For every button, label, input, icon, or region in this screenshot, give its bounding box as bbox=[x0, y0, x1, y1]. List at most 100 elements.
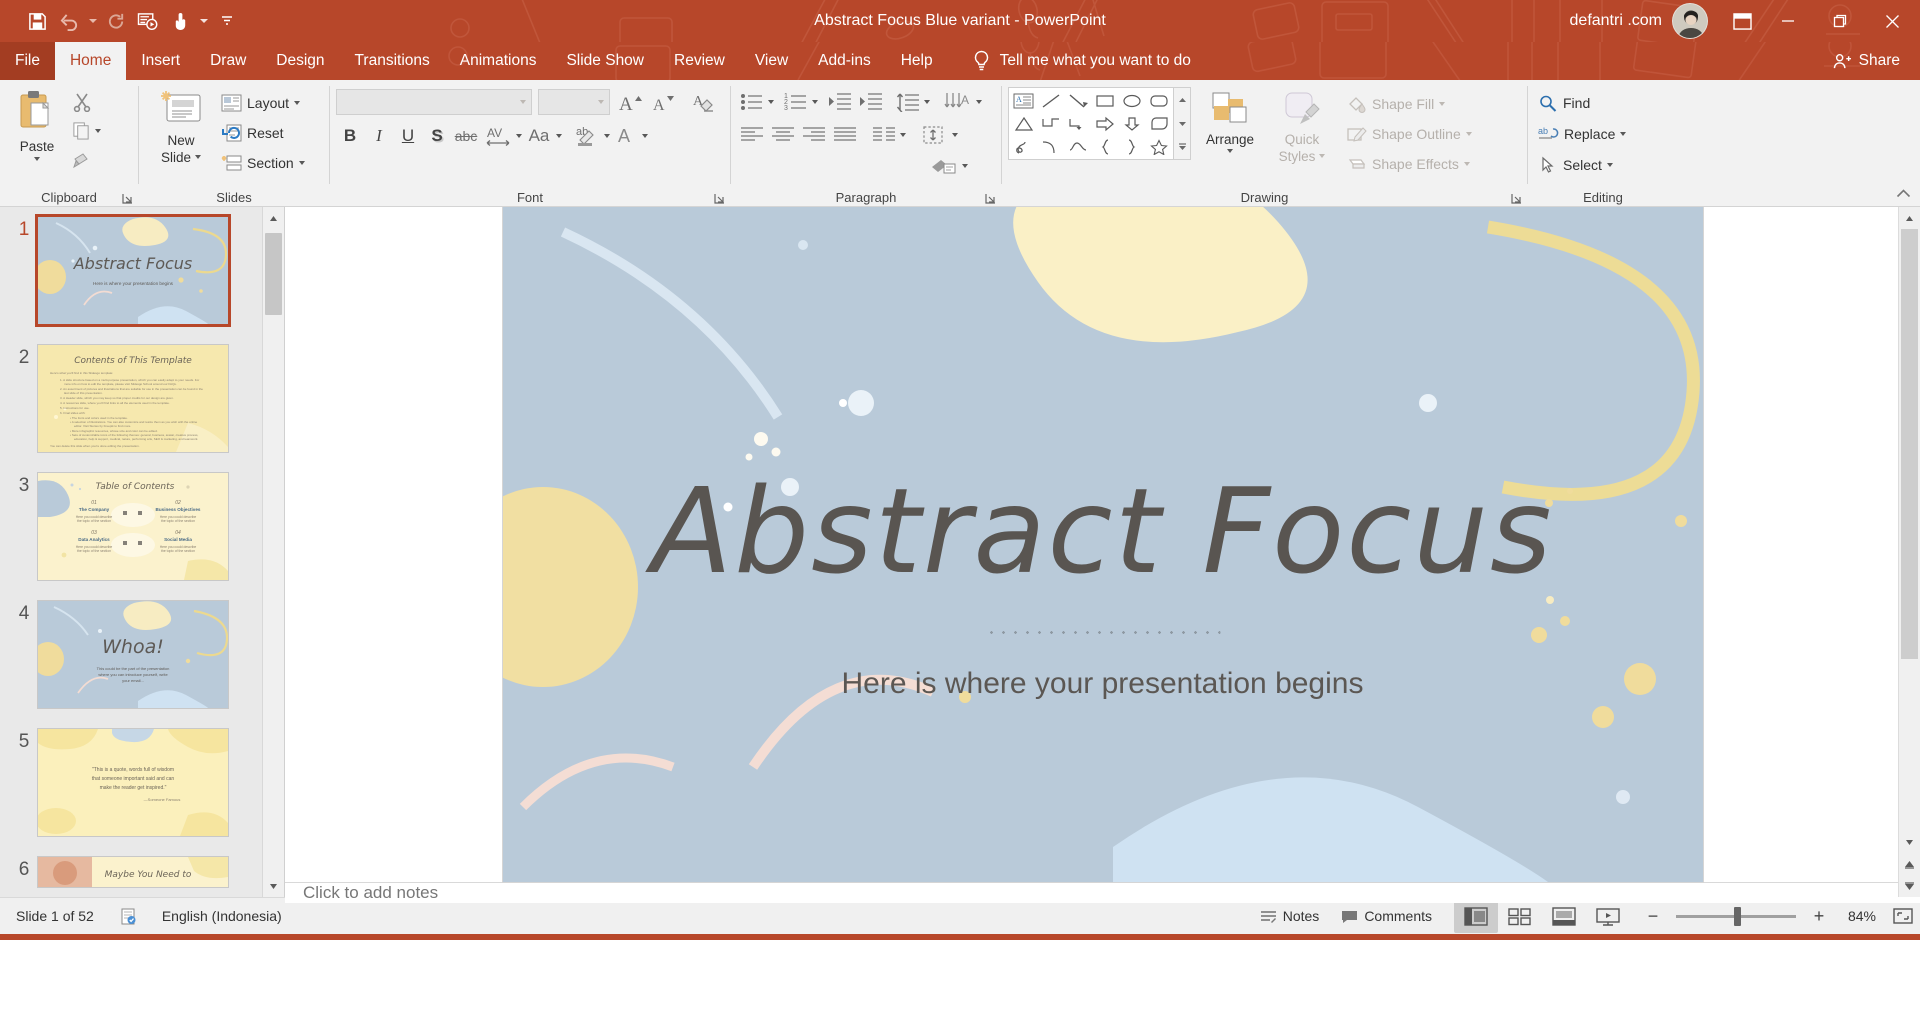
list-item[interactable]: 4 Whoa! This could be the part of the pr… bbox=[0, 601, 284, 708]
numbering-dropdown-icon[interactable] bbox=[812, 99, 818, 104]
italic-button[interactable]: I bbox=[365, 122, 393, 149]
slide-scroll-up[interactable] bbox=[1899, 207, 1920, 229]
tab-insert[interactable]: Insert bbox=[126, 42, 195, 80]
change-case-dropdown-icon[interactable] bbox=[556, 133, 562, 138]
tab-animations[interactable]: Animations bbox=[445, 42, 552, 80]
zoom-control[interactable]: − + bbox=[1630, 904, 1842, 928]
font-size-input[interactable] bbox=[538, 88, 610, 115]
rectangle-shape[interactable] bbox=[1091, 89, 1118, 112]
slide-scroll-track[interactable] bbox=[1899, 229, 1920, 831]
tab-help[interactable]: Help bbox=[886, 42, 948, 80]
tab-review[interactable]: Review bbox=[659, 42, 740, 80]
slide-scroll-down[interactable] bbox=[1899, 831, 1920, 853]
flowchart-shape[interactable] bbox=[1145, 112, 1172, 135]
elbow-connector-shape[interactable] bbox=[1037, 112, 1064, 135]
decrease-font-size-button[interactable]: A bbox=[649, 88, 676, 115]
arrow-shape[interactable] bbox=[1064, 89, 1091, 112]
smartart-dropdown-icon[interactable] bbox=[962, 163, 968, 168]
tab-draw[interactable]: Draw bbox=[195, 42, 261, 80]
clipboard-dialog-launcher[interactable] bbox=[121, 192, 134, 205]
tab-view[interactable]: View bbox=[740, 42, 803, 80]
undo-icon[interactable] bbox=[54, 6, 84, 36]
slideshow-icon[interactable] bbox=[133, 6, 163, 36]
columns-button[interactable] bbox=[869, 121, 899, 148]
select-dropdown-icon[interactable] bbox=[1606, 162, 1613, 167]
list-item[interactable]: 1 Abstract Focus Here is where your pres… bbox=[0, 217, 284, 324]
right-arrow-shape[interactable] bbox=[1091, 112, 1118, 135]
bold-button[interactable]: B bbox=[336, 122, 364, 149]
save-icon[interactable] bbox=[22, 6, 52, 36]
drawing-dialog-launcher[interactable] bbox=[1510, 192, 1523, 205]
slide-thumbnail-2[interactable]: Contents of This Template Here's what yo… bbox=[38, 345, 228, 452]
scribble-shape[interactable] bbox=[1010, 135, 1037, 158]
align-right-button[interactable] bbox=[799, 121, 829, 148]
avatar[interactable] bbox=[1672, 3, 1708, 39]
triangle-shape[interactable] bbox=[1010, 112, 1037, 135]
zoom-level-label[interactable]: 84% bbox=[1842, 908, 1886, 924]
tab-transitions[interactable]: Transitions bbox=[340, 42, 445, 80]
slide-thumbnail-5[interactable]: "This is a quote, words full of wisdom t… bbox=[38, 729, 228, 836]
shape-fill-button[interactable]: Shape Fill bbox=[1343, 90, 1476, 117]
line-spacing-button[interactable] bbox=[893, 88, 923, 115]
font-name-dropdown-icon[interactable] bbox=[520, 99, 526, 104]
zoom-out-button[interactable]: − bbox=[1642, 904, 1664, 928]
font-color-dropdown-icon[interactable] bbox=[642, 133, 648, 138]
shape-effects-button[interactable]: Shape Effects bbox=[1343, 150, 1476, 177]
increase-font-size-button[interactable]: A bbox=[616, 88, 643, 115]
slide-subtitle[interactable]: Here is where your presentation begins bbox=[503, 667, 1703, 701]
thumbnail-scroll-down[interactable] bbox=[263, 875, 284, 897]
align-text-dropdown-icon[interactable] bbox=[952, 132, 958, 137]
text-box-shape[interactable]: A bbox=[1010, 89, 1037, 112]
redo-icon[interactable] bbox=[101, 6, 131, 36]
thumbnail-scroll-thumb[interactable] bbox=[265, 233, 282, 315]
new-slide-button[interactable]: New Slide bbox=[145, 86, 217, 168]
list-item[interactable]: 3 Table of Contents 01 The Company Here … bbox=[0, 473, 284, 580]
fit-slide-to-window-button[interactable] bbox=[1886, 900, 1920, 933]
underline-button[interactable]: U bbox=[394, 122, 422, 149]
quick-styles-dropdown-icon[interactable] bbox=[1319, 153, 1326, 158]
section-button[interactable]: Section bbox=[217, 149, 309, 176]
cut-button[interactable] bbox=[68, 88, 95, 115]
increase-indent-button[interactable] bbox=[856, 88, 886, 115]
quick-access-toolbar[interactable] bbox=[0, 6, 242, 36]
bullets-dropdown-icon[interactable] bbox=[768, 99, 774, 104]
convert-to-smartart-button[interactable] bbox=[927, 152, 961, 179]
quick-styles-button[interactable]: Quick Styles bbox=[1269, 87, 1335, 167]
list-item[interactable]: 5 "This is a quote, words full of wisdom… bbox=[0, 729, 284, 836]
character-spacing-dropdown-icon[interactable] bbox=[516, 133, 522, 138]
tab-home[interactable]: Home bbox=[54, 42, 127, 80]
curve-shape[interactable] bbox=[1037, 135, 1064, 158]
reading-view-button[interactable] bbox=[1542, 900, 1586, 933]
zoom-slider[interactable] bbox=[1676, 906, 1796, 926]
font-color-button[interactable]: A bbox=[611, 122, 641, 149]
slide-thumbnail-1[interactable]: Abstract Focus Here is where your presen… bbox=[38, 217, 228, 324]
text-direction-button[interactable]: A bbox=[941, 88, 975, 115]
collapse-ribbon-button[interactable] bbox=[1892, 183, 1914, 203]
arrange-button[interactable]: Arrange bbox=[1199, 87, 1261, 156]
text-shadow-button[interactable]: S bbox=[423, 122, 451, 149]
strikethrough-button[interactable]: abc bbox=[452, 122, 480, 149]
rounded-rectangle-shape[interactable] bbox=[1145, 89, 1172, 112]
slide-indicator[interactable]: Slide 1 of 52 bbox=[10, 905, 100, 927]
shape-outline-dropdown-icon[interactable] bbox=[1465, 131, 1472, 136]
bullets-button[interactable] bbox=[737, 88, 767, 115]
layout-button[interactable]: Layout bbox=[217, 89, 309, 116]
paragraph-dialog-launcher[interactable] bbox=[984, 192, 997, 205]
language-indicator[interactable]: English (Indonesia) bbox=[156, 905, 288, 927]
tab-design[interactable]: Design bbox=[261, 42, 339, 80]
find-button[interactable]: Find bbox=[1534, 89, 1594, 116]
justify-button[interactable] bbox=[830, 121, 860, 148]
slide-thumbnail-6[interactable]: Maybe You Need to bbox=[38, 857, 228, 887]
format-painter-button[interactable] bbox=[68, 146, 95, 173]
normal-view-button[interactable] bbox=[1454, 899, 1498, 933]
slide-thumbnail-4[interactable]: Whoa! This could be the part of the pres… bbox=[38, 601, 228, 708]
minimize-icon[interactable] bbox=[1762, 0, 1814, 42]
next-slide-button[interactable] bbox=[1899, 875, 1920, 897]
arrange-dropdown-icon[interactable] bbox=[1227, 149, 1233, 153]
clear-formatting-button[interactable]: A bbox=[690, 88, 717, 115]
shapes-scroll-down[interactable] bbox=[1174, 112, 1190, 136]
star-shape[interactable] bbox=[1145, 135, 1172, 158]
restore-icon[interactable] bbox=[1814, 0, 1866, 42]
notes-placeholder[interactable]: Click to add notes bbox=[303, 883, 438, 903]
thumbnail-scroll-up[interactable] bbox=[263, 207, 284, 229]
